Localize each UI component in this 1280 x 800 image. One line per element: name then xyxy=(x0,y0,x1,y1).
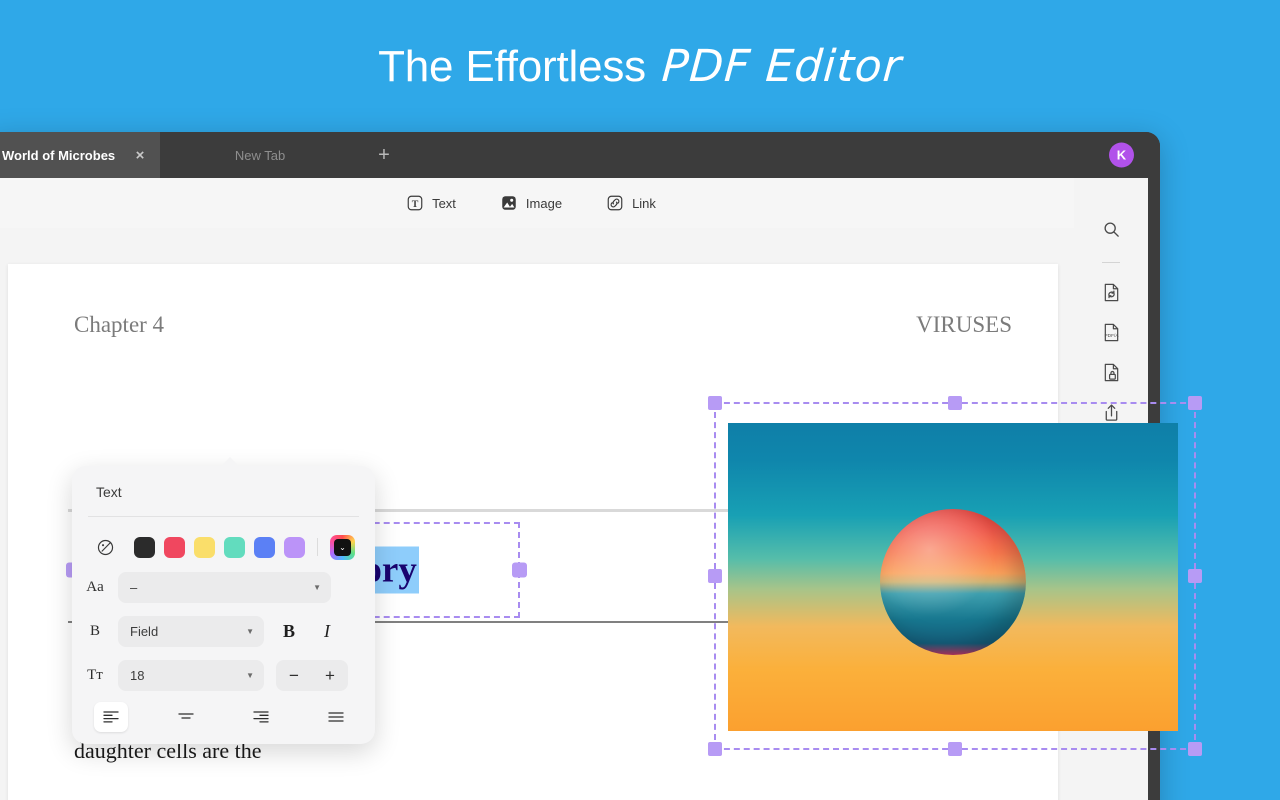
svg-text:T: T xyxy=(412,199,419,210)
align-left-button[interactable] xyxy=(94,702,128,732)
font-size-stepper: − + xyxy=(276,660,348,691)
tab-label: World of Microbes xyxy=(2,148,115,163)
bold-button[interactable]: B xyxy=(276,618,302,644)
sphere-shape xyxy=(880,509,1026,655)
font-family-label: B xyxy=(72,623,118,640)
italic-button[interactable]: I xyxy=(314,618,340,644)
font-style-row: Aa – ▼ xyxy=(72,570,375,604)
chevron-down-icon: ⌄ xyxy=(334,539,351,556)
document-chapter-label: Chapter 4 xyxy=(74,312,164,338)
promo-headline-script: PDF Editor xyxy=(660,41,904,92)
chevron-down-icon: ▼ xyxy=(246,627,254,636)
color-swatch-pink-red[interactable] xyxy=(164,537,185,558)
convert-document-icon xyxy=(1102,282,1121,308)
resize-handle-bottom-center[interactable] xyxy=(948,742,962,756)
color-swatch-charcoal[interactable] xyxy=(134,537,155,558)
sunset-gradient-image xyxy=(728,423,1178,731)
tab-new-tab[interactable]: New Tab xyxy=(160,132,360,178)
font-size-select[interactable]: 18 ▼ xyxy=(118,660,264,691)
popover-title: Text xyxy=(96,484,122,500)
pdfa-icon: PDF/A xyxy=(1102,322,1121,348)
toolbar-text-button[interactable]: T Text xyxy=(406,194,456,212)
custom-color-picker[interactable]: ⌄ xyxy=(330,535,355,560)
search-icon xyxy=(1102,220,1121,244)
resize-handle-bottom-right[interactable] xyxy=(1188,742,1202,756)
align-right-button[interactable] xyxy=(244,702,278,732)
font-family-value: Field xyxy=(130,624,158,639)
tab-world-of-microbes[interactable]: World of Microbes × xyxy=(0,132,160,178)
toolbar-image-button[interactable]: Image xyxy=(500,194,562,212)
selected-image-object[interactable] xyxy=(714,402,1196,750)
text-icon: T xyxy=(406,194,424,212)
toolbar-image-label: Image xyxy=(526,196,562,211)
font-style-select[interactable]: – ▼ xyxy=(118,572,331,603)
resize-handle-bottom-left[interactable] xyxy=(708,742,722,756)
avatar[interactable]: K xyxy=(1109,143,1134,168)
font-size-row: Tт 18 ▼ − + xyxy=(72,658,375,692)
sidebar-item-protect[interactable] xyxy=(1089,355,1133,395)
sidebar-item-pdfa[interactable]: PDF/A xyxy=(1089,315,1133,355)
lock-document-icon xyxy=(1102,362,1121,388)
toolbar-link-label: Link xyxy=(632,196,656,211)
image-icon xyxy=(500,194,518,212)
color-swatch-purple[interactable] xyxy=(284,537,305,558)
sidebar-item-search[interactable] xyxy=(1089,212,1133,252)
align-justify-button[interactable] xyxy=(319,702,353,732)
decrease-font-size-button[interactable]: − xyxy=(279,667,309,684)
svg-text:PDF/A: PDF/A xyxy=(1104,333,1119,339)
promo-banner: The Effortless PDF Editor xyxy=(0,0,1280,132)
font-family-row: B Field ▼ B I xyxy=(72,614,375,648)
text-format-popover: Text ⌄ Aa – ▼ B Field xyxy=(72,466,375,744)
font-family-select[interactable]: Field ▼ xyxy=(118,616,264,647)
plus-icon[interactable]: + xyxy=(360,132,408,178)
sidebar-divider xyxy=(1102,262,1120,263)
resize-handle-right[interactable] xyxy=(512,563,527,578)
image-frame xyxy=(728,423,1178,731)
swatch-divider xyxy=(317,538,318,556)
promo-headline-plain: The Effortless xyxy=(378,42,646,92)
promo-headline: The Effortless PDF Editor xyxy=(378,41,902,92)
align-center-button[interactable] xyxy=(169,702,203,732)
document-running-head: Chapter 4 VIRUSES xyxy=(74,312,1012,338)
color-palette-icon[interactable] xyxy=(96,538,115,557)
color-swatch-blue[interactable] xyxy=(254,537,275,558)
resize-handle-top-left[interactable] xyxy=(708,396,722,410)
color-row: ⌄ xyxy=(72,530,375,564)
increase-font-size-button[interactable]: + xyxy=(315,667,345,684)
link-icon xyxy=(606,194,624,212)
toolbar-text-label: Text xyxy=(432,196,456,211)
font-style-label: Aa xyxy=(72,579,118,596)
font-style-value: – xyxy=(130,580,137,595)
resize-handle-middle-right[interactable] xyxy=(1188,569,1202,583)
editor-toolbar: T Text Image xyxy=(0,178,1074,228)
color-swatch-mint[interactable] xyxy=(224,537,245,558)
chevron-down-icon: ▼ xyxy=(313,583,321,592)
resize-handle-middle-left[interactable] xyxy=(708,569,722,583)
tab-strip: World of Microbes × New Tab + K xyxy=(0,132,1160,178)
resize-handle-top-center[interactable] xyxy=(948,396,962,410)
tab-label: New Tab xyxy=(235,148,285,163)
document-section-label: VIRUSES xyxy=(916,312,1012,338)
toolbar-link-button[interactable]: Link xyxy=(606,194,656,212)
close-icon[interactable]: × xyxy=(132,147,148,163)
sidebar-item-convert[interactable] xyxy=(1089,275,1133,315)
chevron-down-icon: ▼ xyxy=(246,671,254,680)
popover-separator xyxy=(88,516,359,517)
alignment-row xyxy=(72,700,375,734)
resize-handle-top-right[interactable] xyxy=(1188,396,1202,410)
font-size-label: Tт xyxy=(72,667,118,684)
font-size-value: 18 xyxy=(130,668,144,683)
color-swatch-yellow[interactable] xyxy=(194,537,215,558)
